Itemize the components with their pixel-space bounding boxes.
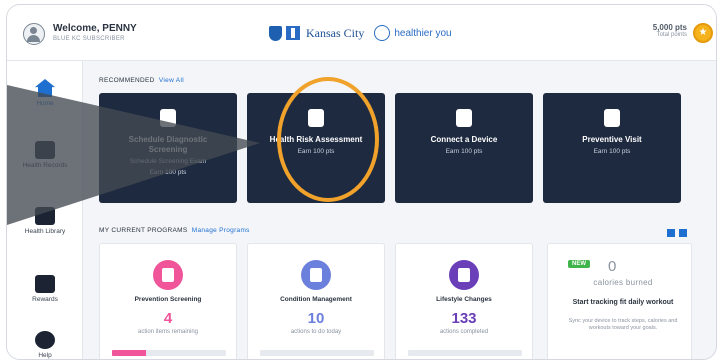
program-value: 10 [307, 310, 325, 327]
program-card-prevention[interactable]: Prevention Screening 4 action items rema… [99, 243, 237, 359]
program-value: 133 [451, 310, 477, 327]
sidebar-item-rewards[interactable]: Rewards [7, 275, 83, 304]
clipboard-icon [308, 109, 324, 127]
program-card-lifestyle[interactable]: Lifestyle Changes 133 actions completed [395, 243, 533, 359]
points-summary[interactable]: 5,000 pts Total points [637, 23, 687, 38]
calories-card[interactable]: NEW 0 calories burned Start tracking fit… [547, 243, 692, 359]
brand-logo[interactable]: Kansas City healthier you [269, 21, 452, 45]
card-title: Schedule Diagnostic Screening [128, 135, 208, 154]
sidebar-item-label: Health Records [22, 162, 68, 169]
program-card-condition[interactable]: Condition Management 10 actions to do to… [247, 243, 385, 359]
manage-programs-link[interactable]: Manage Programs [192, 227, 250, 234]
star-icon[interactable]: ★ [693, 23, 713, 43]
card-subtitle: Earn 100 pts [297, 148, 335, 155]
info-icon [35, 331, 55, 349]
recommended-card-screening[interactable]: Schedule Diagnostic Screening Schedule S… [99, 93, 237, 203]
view-all-link[interactable]: View All [159, 77, 184, 84]
welcome-subtitle: BLUE KC SUBSCRIBER [53, 36, 125, 42]
calories-label: calories burned [593, 278, 653, 287]
section-title-programs: MY CURRENT PROGRAMS Manage Programs [99, 227, 250, 234]
program-subtitle: action items remaining [137, 329, 199, 335]
card-subtitle: Earn 100 pts [593, 148, 631, 155]
card-title: Connect a Device [430, 135, 498, 144]
calendar-check-icon [449, 260, 479, 290]
sidebar-item-label: Home [36, 100, 54, 107]
sidebar-item-help[interactable]: Help [7, 331, 83, 359]
points-value: 5,000 pts [652, 23, 687, 32]
welcome-text: Welcome, PENNY [53, 23, 137, 34]
sidebar-item-health-records[interactable]: Health Records [7, 141, 83, 170]
card-points: Earn 100 pts [149, 169, 187, 176]
book-icon [35, 207, 55, 225]
tools-icon [301, 260, 331, 290]
card-title: Health Risk Assessment [269, 135, 363, 144]
program-progress-bar [112, 350, 226, 356]
view-toggle[interactable] [667, 229, 687, 237]
card-subtitle: Earn 100 pts [445, 148, 483, 155]
cross-icon [286, 26, 300, 40]
recommended-card-connect-device[interactable]: Connect a Device Earn 100 pts [395, 93, 533, 203]
recommended-card-preventive-visit[interactable]: Preventive Visit Earn 100 pts [543, 93, 681, 203]
program-title: Prevention Screening [134, 296, 202, 303]
app-window: Welcome, PENNY BLUE KC SUBSCRIBER Kansas… [6, 4, 717, 360]
watch-icon [456, 109, 472, 127]
inbox-icon [35, 275, 55, 293]
grid-view-icon[interactable] [667, 229, 675, 237]
program-title: Lifestyle Changes [436, 296, 492, 303]
sidebar-item-home[interactable]: Home [7, 79, 83, 108]
list-view-icon[interactable] [679, 229, 687, 237]
program-progress-bar [260, 350, 374, 356]
card-title: Preventive Visit [582, 135, 642, 144]
recommended-card-health-risk[interactable]: Health Risk Assessment Earn 100 pts [247, 93, 385, 203]
section-title-recommended: RECOMMENDED View All [99, 77, 184, 84]
shield-icon [269, 25, 282, 41]
calendar-icon [153, 260, 183, 290]
program-subtitle: actions to do today [290, 329, 342, 335]
user-avatar[interactable] [23, 23, 45, 45]
partner-logo-text: healthier you [394, 27, 452, 39]
brand-name: Kansas City [306, 25, 365, 40]
checklist-icon [604, 109, 620, 127]
sidebar-item-label: Health Library [24, 228, 66, 235]
program-subtitle: actions completed [439, 329, 489, 335]
points-label: Total points [656, 32, 687, 38]
home-icon [35, 79, 55, 97]
sidebar-item-label: Help [38, 352, 52, 359]
sidebar-item-health-library[interactable]: Health Library [7, 207, 83, 236]
sidebar-item-label: Rewards [32, 296, 58, 303]
program-title: Condition Management [280, 296, 352, 303]
program-progress-bar [408, 350, 522, 356]
calories-headline: Start tracking fit daily workout [572, 299, 674, 306]
sidebar: Home Health Records Health Library Rewar… [7, 61, 83, 359]
clipboard-icon [35, 141, 55, 159]
card-subtitle: Schedule Screening Exam [129, 158, 207, 165]
top-header: Welcome, PENNY BLUE KC SUBSCRIBER Kansas… [7, 5, 716, 61]
healthier-logo-icon [374, 25, 391, 41]
calories-description: Sync your device to track steps, calorie… [568, 318, 678, 331]
progress-fill [112, 350, 147, 356]
stethoscope-icon [160, 109, 176, 127]
new-badge: NEW [568, 260, 590, 268]
calories-value: 0 [608, 258, 617, 275]
program-value: 4 [163, 310, 173, 327]
